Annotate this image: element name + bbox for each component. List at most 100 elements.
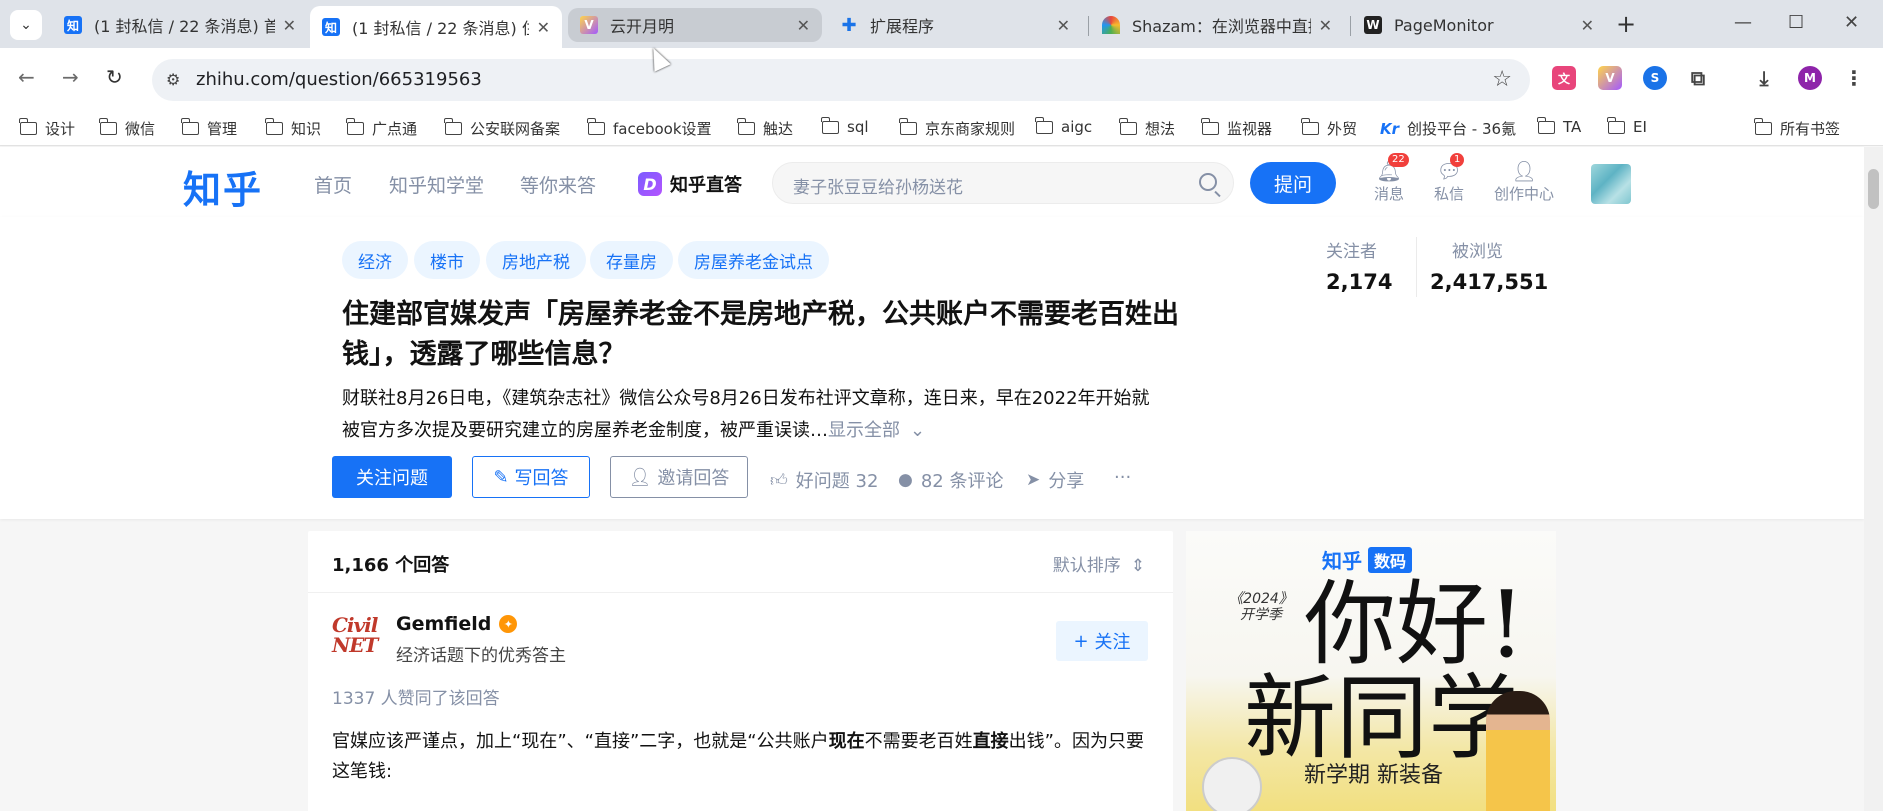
creator-center-button[interactable]: 👤︎ 创作中心 <box>1494 159 1554 204</box>
bookmark-folder[interactable]: TA <box>1537 116 1581 136</box>
translate-ext-icon[interactable]: 文 <box>1552 66 1576 90</box>
scrollbar-thumb[interactable] <box>1868 169 1879 209</box>
topic-tag[interactable]: 房地产税 <box>486 241 586 279</box>
follow-author-button[interactable]: + 关注 <box>1056 621 1148 661</box>
browser-tab-4[interactable]: ✚ 扩展程序 ✕ <box>828 8 1082 42</box>
excellent-answerer-badge-icon: ✦ <box>499 615 518 633</box>
bookmark-folder[interactable]: 监视器 <box>1201 118 1273 139</box>
bookmark-folder[interactable]: 微信 <box>99 118 155 139</box>
bookmark-star-icon[interactable]: ☆ <box>1492 67 1512 92</box>
comments-button[interactable]: ● 82 条评论 <box>898 467 1003 493</box>
shazam-ext-icon[interactable]: S <box>1643 66 1667 90</box>
chevron-down-icon[interactable]: ⌄ <box>910 420 925 441</box>
bookmark-folder[interactable]: facebook设置 <box>587 118 712 139</box>
good-question-button[interactable]: 👍︎ 好问题 32 <box>770 467 878 493</box>
nav-home[interactable]: 首页 <box>314 171 352 198</box>
bookmark-label: aigc <box>1061 118 1093 136</box>
new-tab-plus-icon[interactable]: + <box>1616 10 1636 38</box>
messages-button[interactable]: 🔔︎ 22 消息 <box>1374 153 1409 204</box>
maximize-icon[interactable]: ☐ <box>1788 12 1804 33</box>
close-icon[interactable]: ✕ <box>537 18 550 37</box>
close-icon[interactable]: ✕ <box>1057 16 1070 35</box>
search-input[interactable]: 妻子张豆豆给孙杨送花 <box>772 162 1234 204</box>
address-bar[interactable]: ⚙ zhihu.com/question/665319563 ☆ <box>152 59 1530 101</box>
more-options-button[interactable]: ··· <box>1114 467 1131 488</box>
bell-icon: 🔔︎ 22 <box>1374 153 1409 183</box>
bookmark-folder[interactable]: 想法 <box>1119 118 1175 139</box>
sort-dropdown[interactable]: 默认排序 ⇕ <box>1053 551 1145 576</box>
back-arrow-icon[interactable]: ← <box>18 65 35 89</box>
zhihu-logo[interactable]: 知乎 <box>183 159 263 214</box>
bookmark-folder[interactable]: 广点通 <box>346 118 418 139</box>
download-icon[interactable]: ⤓ <box>1752 66 1776 90</box>
close-icon[interactable]: ✕ <box>283 16 296 35</box>
browser-tab-2-active[interactable]: 知 (1 封私信 / 22 条消息) 住 ✕ <box>310 6 562 48</box>
search-icon[interactable] <box>1199 173 1217 191</box>
author-name[interactable]: Gemfield ✦ <box>396 613 518 635</box>
puzzle-icon: ✚ <box>841 14 857 36</box>
folder-icon <box>737 118 755 135</box>
kr-logo-icon: Kr <box>1380 119 1400 138</box>
follow-question-button[interactable]: 关注问题 <box>332 456 452 498</box>
close-icon[interactable]: ✕ <box>1319 16 1332 35</box>
share-label: 分享 <box>1048 471 1085 492</box>
folder-icon <box>1035 116 1053 134</box>
bookmark-label: 监视器 <box>1227 120 1273 138</box>
nav-zhixuetang[interactable]: 知乎知学堂 <box>389 171 484 198</box>
bookmark-folder[interactable]: aigc <box>1035 116 1093 136</box>
bookmark-label: 外贸 <box>1327 120 1358 138</box>
invite-answer-button[interactable]: 👤︎ 邀请回答 <box>610 456 748 498</box>
sidebar-ad-banner[interactable]: 知乎 数码 《2024》开学季 你好! 新同学 新学期 新装备 <box>1186 531 1556 811</box>
bookmark-folder[interactable]: 外贸 <box>1301 118 1358 139</box>
answers-count: 1,166 个回答 <box>332 555 450 576</box>
browser-tab-6[interactable]: W PageMonitor ✕ <box>1352 8 1606 42</box>
topic-tag[interactable]: 存量房 <box>590 241 673 279</box>
forward-arrow-icon[interactable]: → <box>62 65 79 89</box>
v-ext-icon[interactable]: V <box>1598 66 1622 90</box>
bookmark-label: 广点通 <box>372 120 418 138</box>
write-answer-button[interactable]: ✎ 写回答 <box>472 456 590 498</box>
ask-button[interactable]: 提问 <box>1250 162 1336 204</box>
bookmarks-bar: 设计 微信 管理 知识 广点通 公安联网备案 facebook设置 触达 sql… <box>0 110 1883 146</box>
answer-text: 不需要老百姓 <box>864 731 973 752</box>
dms-button[interactable]: 💬︎ 1 私信 <box>1434 153 1465 204</box>
folder-icon <box>346 118 364 135</box>
share-button[interactable]: ➤ 分享 <box>1026 467 1084 493</box>
browser-tab-3[interactable]: V 云开月明 ✕ <box>568 8 822 42</box>
bookmark-folder[interactable]: 设计 <box>19 118 75 139</box>
nav-zhida[interactable]: D 知乎直答 <box>638 171 742 197</box>
window-close-icon[interactable]: ✕ <box>1844 12 1859 33</box>
ad-subtitle: 新学期 新装备 <box>1304 763 1443 788</box>
topic-tag[interactable]: 楼市 <box>414 241 480 279</box>
show-all-link[interactable]: 显示全部 <box>828 420 900 441</box>
bookmark-folder[interactable]: 知识 <box>265 118 321 139</box>
robot-dog-illustration <box>1202 757 1262 811</box>
close-icon[interactable]: ✕ <box>1581 16 1594 35</box>
bookmark-36kr[interactable]: Kr 创投平台 - 36氪 <box>1380 118 1516 139</box>
page-scrollbar[interactable] <box>1864 147 1883 811</box>
reload-icon[interactable]: ↻ <box>106 65 123 89</box>
author-avatar[interactable]: Civil NET <box>332 615 380 663</box>
bookmark-folder[interactable]: 管理 <box>181 118 237 139</box>
close-icon[interactable]: ✕ <box>797 16 810 35</box>
pencil-icon: ✎ <box>493 466 509 488</box>
bookmark-folder[interactable]: 触达 <box>737 118 793 139</box>
minimize-icon[interactable]: — <box>1734 12 1752 33</box>
all-bookmarks[interactable]: 所有书签 <box>1754 118 1840 139</box>
topic-tag[interactable]: 经济 <box>342 241 408 279</box>
site-info-icon[interactable]: ⚙ <box>166 70 180 89</box>
browser-tab-5[interactable]: Shazam：在浏览器中直接 ✕ <box>1090 8 1344 42</box>
bookmark-folder[interactable]: EI <box>1607 116 1647 136</box>
folder-icon <box>181 118 199 135</box>
browser-tab-1[interactable]: 知 (1 封私信 / 22 条消息) 首 ✕ <box>52 8 308 42</box>
topic-tag[interactable]: 房屋养老金试点 <box>678 241 829 279</box>
nav-waiting[interactable]: 等你来答 <box>520 171 596 198</box>
user-avatar[interactable] <box>1591 164 1631 204</box>
bookmark-folder[interactable]: sql <box>821 116 869 136</box>
profile-avatar[interactable]: M <box>1798 66 1822 90</box>
browser-menu-icon[interactable]: ⋮ <box>1842 66 1866 90</box>
bookmark-folder[interactable]: 公安联网备案 <box>444 118 560 139</box>
tab-search-chevron-icon[interactable]: ⌄ <box>10 10 42 40</box>
bookmark-folder[interactable]: 京东商家规则 <box>899 118 1015 139</box>
extensions-puzzle-icon[interactable]: ⧉ <box>1686 66 1710 90</box>
